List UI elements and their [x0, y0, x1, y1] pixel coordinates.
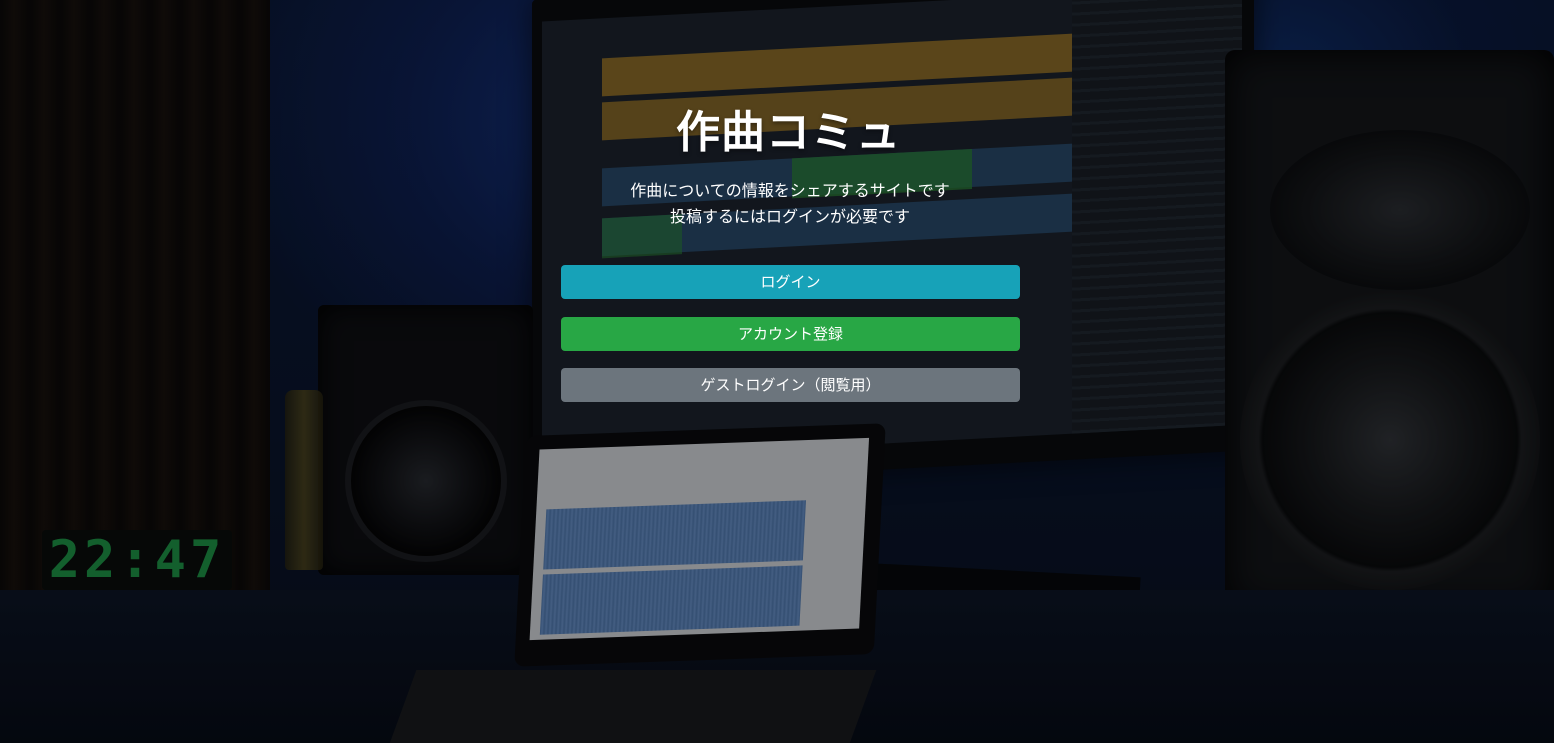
signup-button[interactable]: アカウント登録: [561, 317, 1020, 351]
guest-login-button[interactable]: ゲストログイン（閲覧用）: [561, 368, 1020, 402]
hero-content: 作曲コミュ 作曲についての情報をシェアするサイトです 投稿するにはログインが必要…: [0, 0, 1554, 743]
landing-page: 22:47 作曲コミュ 作曲についての情報をシェアするサイトです 投稿するにはロ…: [0, 0, 1554, 743]
description-line: 投稿するにはログインが必要です: [669, 207, 910, 226]
page-title: 作曲コミュ: [676, 107, 901, 158]
login-button[interactable]: ログイン: [561, 265, 1020, 299]
site-description: 作曲についての情報をシェアするサイトです 投稿するにはログインが必要です: [0, 178, 1554, 230]
description-line: 作曲についての情報をシェアするサイトです: [630, 181, 950, 200]
